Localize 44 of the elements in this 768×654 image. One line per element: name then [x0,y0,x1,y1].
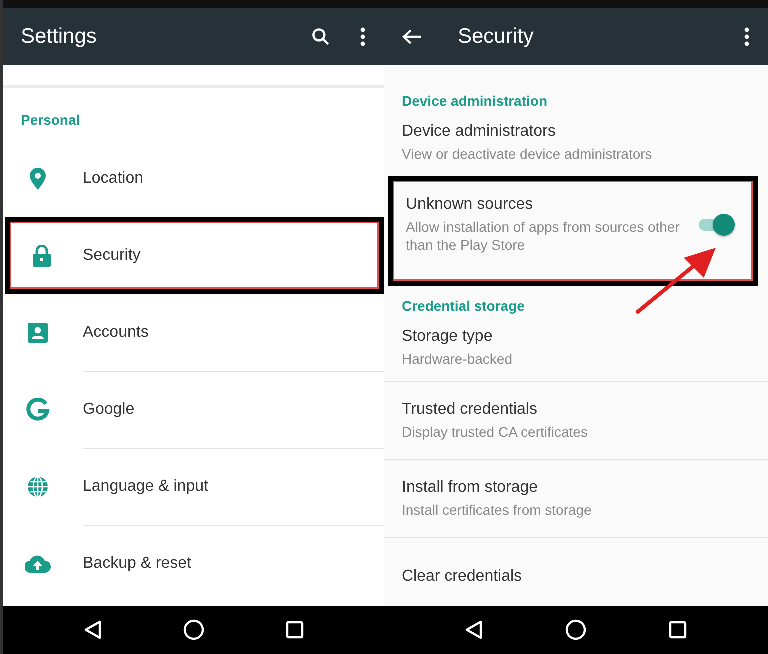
settings-item[interactable]: Security [5,217,384,294]
settings-item[interactable]: Trusted credentials Display trusted CA certificates [384,381,768,459]
item-title: Install from storage [402,478,540,496]
item-title: Unknown sources [406,196,534,214]
settings-item[interactable]: Install from storage Install certificates from storage [384,459,768,537]
settings-item[interactable]: Accounts [3,294,384,371]
section-header: Device administration [401,92,548,109]
item-title: Storage type [402,328,494,346]
section-header: Credential storage [401,297,526,314]
lock-icon [32,244,50,266]
screen-title: Settings [21,24,98,48]
home-icon[interactable] [182,619,204,641]
settings-item[interactable]: Location [3,140,384,217]
recents-icon[interactable] [286,621,304,639]
item-summary: Display trusted CA certificates [402,422,589,440]
settings-item[interactable]: Storage type Hardware-backed [384,314,768,381]
item-title: Clear credentials [402,568,524,586]
recents-icon[interactable] [669,621,687,639]
globe-icon [27,476,49,498]
location-pin-icon [30,168,46,190]
settings-item[interactable]: Device administrators View or deactivate device administrators [384,109,768,176]
settings-item[interactable]: Google [3,371,384,448]
more-options-icon[interactable] [360,26,366,46]
back-icon[interactable] [465,620,483,640]
g-logo-icon [26,398,50,422]
home-icon[interactable] [565,619,587,641]
screen-title: Security [458,24,535,48]
item-summary: Allow installation of apps from sources other than the Play Store [406,218,681,254]
item-summary: Hardware-backed [402,350,514,368]
account-icon [28,322,48,342]
settings-item[interactable]: Backup & reset [3,525,384,602]
back-icon[interactable] [84,620,102,640]
toggle-switch[interactable] [697,214,735,236]
back-arrow-icon[interactable] [402,28,422,44]
item-summary: Install certificates from storage [402,500,593,518]
search-icon[interactable] [310,26,332,48]
settings-item[interactable]: Language & input [3,448,384,525]
cloud-upload-icon [25,554,51,572]
more-options-icon[interactable] [744,26,750,46]
item-title: Trusted credentials [402,400,538,418]
section-header: Personal [20,111,82,130]
item-title: Device administrators [402,122,557,140]
settings-item[interactable]: Unknown sources Allow installation of apps from sources other than the Play Store [388,176,758,286]
item-summary: View or deactivate device administrators [402,144,654,162]
